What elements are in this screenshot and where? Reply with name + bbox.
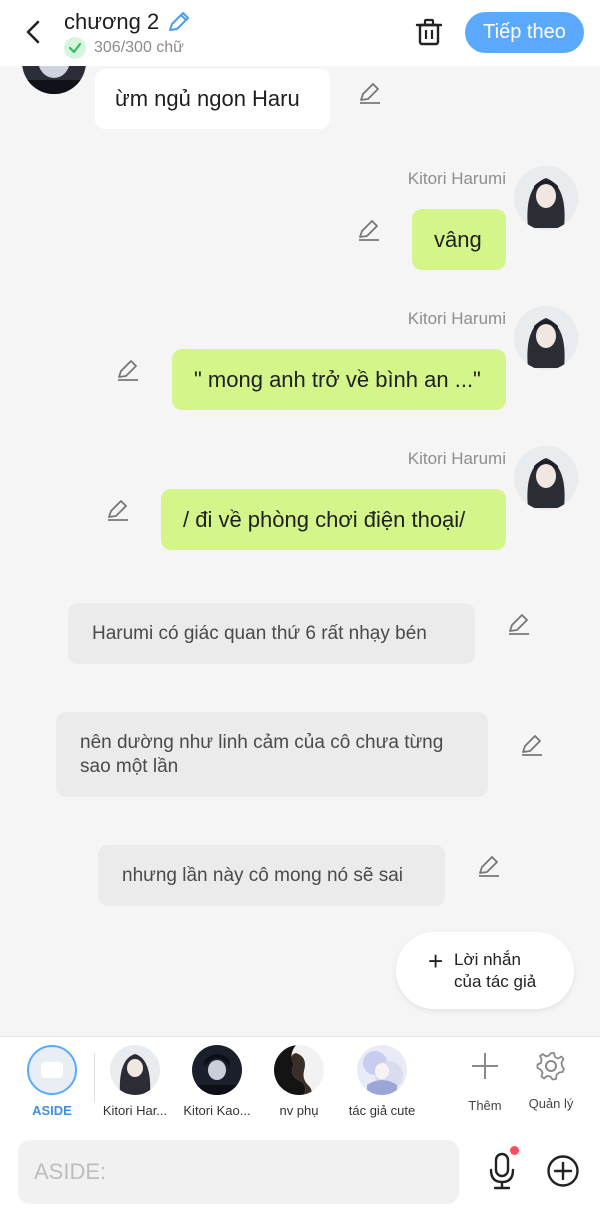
character-label: Kitori Kao... [183,1103,251,1118]
edit-message-icon[interactable] [477,854,501,878]
manage-label: Quản lý [528,1096,574,1111]
character-avatar [192,1045,242,1095]
top-bar: chương 2 306/300 chữ Tiếp theo [0,0,600,66]
message-bubble[interactable]: " mong anh trở về bình an ..." [172,349,506,410]
avatar-kitori-harumi[interactable] [514,446,578,510]
word-count: 306/300 chữ [64,37,184,59]
author-note-label: Lời nhắn của tác giả [454,949,536,993]
input-bar [0,1130,600,1214]
word-count-text: 306/300 chữ [94,39,184,56]
chapter-title: chương 2 [64,9,160,34]
edit-message-icon[interactable] [106,498,130,522]
sender-name: Kitori Harumi [407,309,506,328]
edit-title-icon[interactable] [166,10,192,34]
gear-icon [536,1052,565,1081]
add-label: Thêm [468,1098,502,1113]
chat-area: ừm ngủ ngon Haru Kitori Harumi vâng Kito… [0,66,600,1036]
aside-icon [27,1045,77,1095]
plus-icon: + [428,946,444,976]
notification-dot [510,1146,519,1155]
message-text: nhưng lần này cô mong nó sẽ sai [122,864,404,886]
add-character-button[interactable]: Thêm [455,1047,515,1113]
message-bubble[interactable]: / đi về phòng chơi điện thoại/ [161,489,506,550]
plus-icon [472,1053,498,1079]
character-kitori-harumi[interactable]: Kitori Har... [94,1045,176,1118]
narration-bubble[interactable]: Harumi có giác quan thứ 6 rất nhạy bén [68,603,475,664]
edit-message-icon[interactable] [507,612,531,636]
edit-message-icon[interactable] [520,733,544,757]
edit-message-icon[interactable] [357,218,381,242]
character-label: Kitori Har... [102,1103,168,1118]
avatar[interactable] [22,66,86,94]
author-note-line2: của tác giả [454,972,537,991]
edit-message-icon[interactable] [116,358,140,382]
manage-button[interactable]: Quản lý [521,1047,581,1111]
next-button[interactable]: Tiếp theo [465,12,584,53]
narration-bubble[interactable]: nhưng lần này cô mong nó sẽ sai [98,845,445,906]
sender-name: Kitori Harumi [407,449,506,468]
character-label: tác giả cute [348,1103,416,1118]
message-text: vâng [434,226,482,252]
character-aside[interactable]: ASIDE [11,1045,93,1118]
character-label: nv phụ [279,1103,319,1118]
character-tac-gia-cute[interactable]: tác giả cute [341,1045,423,1118]
avatar-kitori-harumi[interactable] [514,166,578,230]
message-input[interactable] [18,1140,459,1204]
edit-message-icon[interactable] [358,81,382,105]
add-circle-icon[interactable] [546,1154,580,1188]
message-text: nên dường như linh cảm của cô chưa từng … [80,731,444,777]
character-avatar [357,1045,407,1095]
author-note-button[interactable]: + Lời nhắn của tác giả [396,932,574,1009]
message-text: ừm ngủ ngon Haru [115,86,300,111]
character-avatar [274,1045,324,1095]
character-avatar [110,1045,160,1095]
message-text: / đi về phòng chơi điện thoại/ [183,506,466,532]
sender-name: Kitori Harumi [407,169,506,188]
message-bubble[interactable]: ừm ngủ ngon Haru [95,69,330,129]
character-label: ASIDE [32,1103,72,1118]
message-text: " mong anh trở về bình an ..." [194,366,481,392]
character-nv-phu[interactable]: nv phụ [258,1045,340,1118]
avatar-kitori-harumi[interactable] [514,306,578,370]
check-icon [64,37,86,59]
narration-bubble[interactable]: nên dường như linh cảm của cô chưa từng … [56,712,488,797]
author-note-line1: Lời nhắn [454,950,521,969]
trash-icon[interactable] [414,16,444,48]
message-bubble[interactable]: vâng [412,209,506,270]
back-arrow-icon[interactable] [18,16,48,48]
message-text: Harumi có giác quan thứ 6 rất nhạy bén [92,622,427,644]
character-kitori-kao[interactable]: Kitori Kao... [176,1045,258,1118]
character-bar: ASIDE Kitori Har... Kitori Kao... nv phụ… [0,1036,600,1130]
microphone-icon[interactable] [486,1152,518,1190]
